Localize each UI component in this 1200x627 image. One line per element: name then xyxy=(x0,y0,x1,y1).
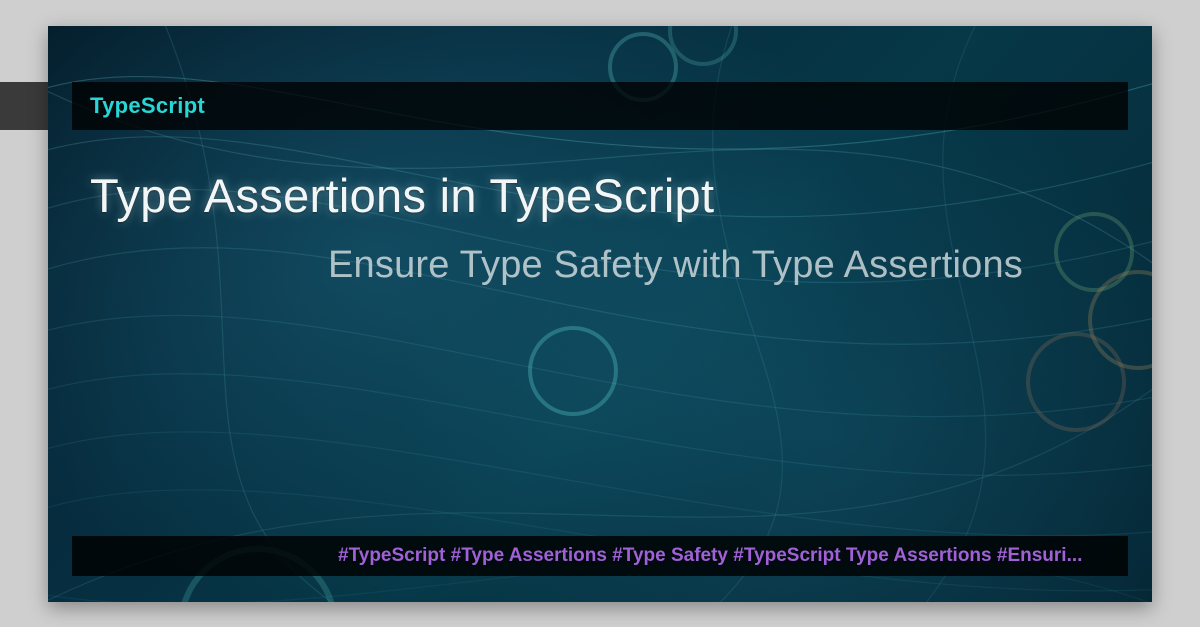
decorative-ring-icon xyxy=(528,326,618,416)
category-label: TypeScript xyxy=(90,93,205,119)
decorative-ring-icon xyxy=(1026,332,1126,432)
page-title: Type Assertions in TypeScript xyxy=(90,168,714,223)
page-subtitle: Ensure Type Safety with Type Assertions xyxy=(328,244,1023,287)
category-bar: TypeScript xyxy=(72,82,1128,130)
tags-text: #TypeScript #Type Assertions #Type Safet… xyxy=(338,545,1082,567)
hero-card: TypeScript Type Assertions in TypeScript… xyxy=(48,26,1152,602)
tags-bar: #TypeScript #Type Assertions #Type Safet… xyxy=(72,536,1128,576)
